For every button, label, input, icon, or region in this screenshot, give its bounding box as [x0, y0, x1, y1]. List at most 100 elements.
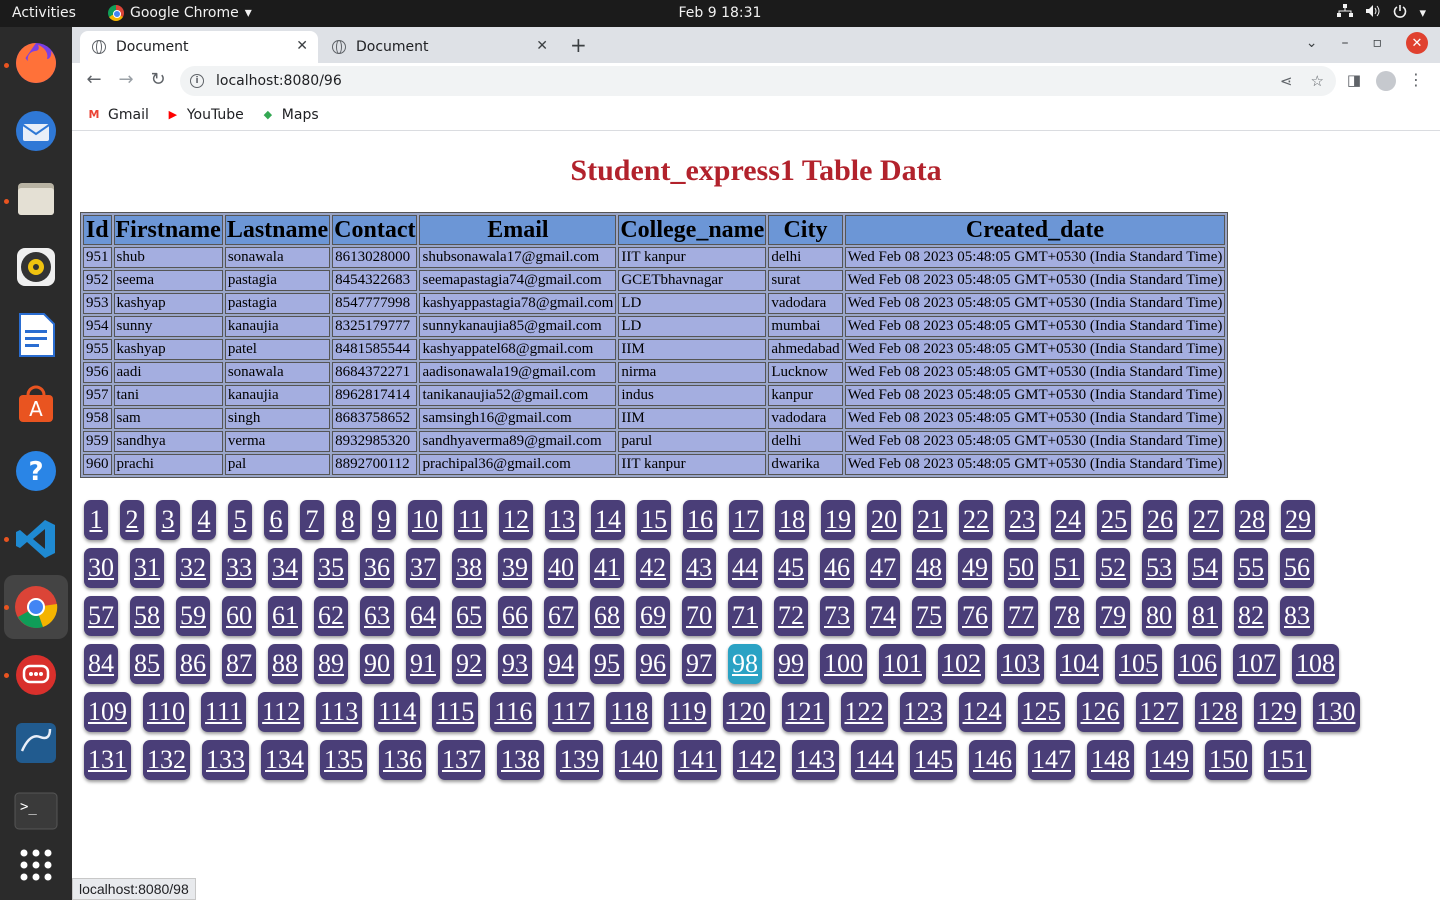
page-link-14[interactable]: 14	[591, 500, 626, 540]
page-link-132[interactable]: 132	[143, 740, 190, 780]
page-link-39[interactable]: 39	[498, 548, 532, 588]
page-link-15[interactable]: 15	[637, 500, 672, 540]
page-link-94[interactable]: 94	[544, 644, 578, 684]
page-link-127[interactable]: 127	[1135, 692, 1183, 732]
page-link-120[interactable]: 120	[722, 692, 770, 732]
mysql-workbench-icon[interactable]	[10, 717, 62, 769]
page-link-31[interactable]: 31	[130, 548, 164, 588]
page-link-140[interactable]: 140	[615, 740, 662, 780]
page-link-141[interactable]: 141	[674, 740, 721, 780]
software-icon[interactable]: A	[10, 377, 62, 429]
maximize-icon[interactable]: ▫	[1373, 35, 1383, 51]
bookmark-maps[interactable]: ◆ Maps	[260, 107, 319, 123]
page-link-41[interactable]: 41	[590, 548, 624, 588]
page-link-19[interactable]: 19	[821, 500, 856, 540]
page-link-53[interactable]: 53	[1142, 548, 1176, 588]
page-link-67[interactable]: 67	[544, 596, 578, 636]
page-link-24[interactable]: 24	[1051, 500, 1086, 540]
menu-icon[interactable]: ⋮	[1408, 70, 1424, 89]
page-link-50[interactable]: 50	[1004, 548, 1038, 588]
page-link-35[interactable]: 35	[314, 548, 348, 588]
page-link-66[interactable]: 66	[498, 596, 532, 636]
page-link-52[interactable]: 52	[1096, 548, 1130, 588]
page-link-121[interactable]: 121	[781, 692, 829, 732]
page-link-84[interactable]: 84	[84, 644, 118, 684]
page-link-149[interactable]: 149	[1146, 740, 1193, 780]
page-link-117[interactable]: 117	[548, 692, 595, 732]
page-link-38[interactable]: 38	[452, 548, 486, 588]
page-link-33[interactable]: 33	[222, 548, 256, 588]
page-link-112[interactable]: 112	[258, 692, 305, 732]
page-link-137[interactable]: 137	[438, 740, 485, 780]
page-link-87[interactable]: 87	[222, 644, 256, 684]
page-link-114[interactable]: 114	[374, 692, 421, 732]
page-link-44[interactable]: 44	[728, 548, 762, 588]
page-link-68[interactable]: 68	[590, 596, 624, 636]
page-link-70[interactable]: 70	[682, 596, 716, 636]
page-link-124[interactable]: 124	[958, 692, 1006, 732]
page-link-96[interactable]: 96	[636, 644, 670, 684]
page-link-78[interactable]: 78	[1050, 596, 1084, 636]
page-link-36[interactable]: 36	[360, 548, 394, 588]
page-link-129[interactable]: 129	[1253, 692, 1301, 732]
page-link-62[interactable]: 62	[314, 596, 348, 636]
page-link-118[interactable]: 118	[606, 692, 653, 732]
forward-icon[interactable]: →	[114, 69, 138, 90]
page-link-136[interactable]: 136	[379, 740, 426, 780]
page-link-131[interactable]: 131	[84, 740, 131, 780]
rhythmbox-icon[interactable]	[10, 241, 62, 293]
page-link-108[interactable]: 108	[1292, 644, 1339, 684]
files-icon[interactable]	[10, 173, 62, 225]
page-link-30[interactable]: 30	[84, 548, 118, 588]
page-link-10[interactable]: 10	[408, 500, 442, 540]
page-link-144[interactable]: 144	[851, 740, 898, 780]
page-link-73[interactable]: 73	[820, 596, 854, 636]
address-bar[interactable]: i localhost:8080/96	[180, 66, 1336, 96]
page-link-22[interactable]: 22	[959, 500, 994, 540]
page-link-133[interactable]: 133	[202, 740, 249, 780]
page-link-99[interactable]: 99	[774, 644, 808, 684]
page-link-5[interactable]: 5	[228, 500, 252, 540]
page-link-109[interactable]: 109	[84, 692, 131, 732]
page-link-98[interactable]: 98	[728, 644, 762, 684]
page-link-128[interactable]: 128	[1194, 692, 1242, 732]
page-link-89[interactable]: 89	[314, 644, 348, 684]
page-link-88[interactable]: 88	[268, 644, 302, 684]
app-grid-icon[interactable]	[10, 839, 62, 891]
page-link-63[interactable]: 63	[360, 596, 394, 636]
bookmark-youtube[interactable]: ▶ YouTube	[165, 107, 244, 123]
page-link-111[interactable]: 111	[201, 692, 247, 732]
close-icon[interactable]: ✕	[536, 38, 548, 54]
page-link-107[interactable]: 107	[1233, 644, 1280, 684]
page-link-82[interactable]: 82	[1234, 596, 1268, 636]
page-link-55[interactable]: 55	[1234, 548, 1268, 588]
terminal-icon[interactable]: >_	[10, 785, 62, 837]
tab-document-1[interactable]: Document ✕	[80, 31, 318, 63]
page-link-18[interactable]: 18	[775, 500, 810, 540]
writer-icon[interactable]	[10, 309, 62, 361]
page-link-123[interactable]: 123	[899, 692, 947, 732]
page-link-57[interactable]: 57	[84, 596, 118, 636]
page-link-130[interactable]: 130	[1312, 692, 1360, 732]
page-link-74[interactable]: 74	[866, 596, 900, 636]
page-link-81[interactable]: 81	[1188, 596, 1222, 636]
page-link-29[interactable]: 29	[1281, 500, 1316, 540]
page-link-2[interactable]: 2	[120, 500, 144, 540]
page-link-60[interactable]: 60	[222, 596, 256, 636]
page-link-59[interactable]: 59	[176, 596, 210, 636]
page-link-104[interactable]: 104	[1056, 644, 1103, 684]
tab-document-2[interactable]: Document ✕	[320, 31, 558, 63]
page-link-138[interactable]: 138	[497, 740, 544, 780]
page-link-150[interactable]: 150	[1205, 740, 1252, 780]
help-icon[interactable]: ?	[10, 445, 62, 497]
page-link-28[interactable]: 28	[1235, 500, 1270, 540]
app-menu[interactable]: Google Chrome ▾	[108, 5, 252, 21]
page-link-46[interactable]: 46	[820, 548, 854, 588]
profile-avatar-icon[interactable]	[1376, 71, 1396, 91]
page-link-97[interactable]: 97	[682, 644, 716, 684]
page-link-43[interactable]: 43	[682, 548, 716, 588]
page-link-11[interactable]: 11	[454, 500, 488, 540]
page-link-71[interactable]: 71	[728, 596, 762, 636]
page-link-40[interactable]: 40	[544, 548, 578, 588]
page-link-79[interactable]: 79	[1096, 596, 1130, 636]
